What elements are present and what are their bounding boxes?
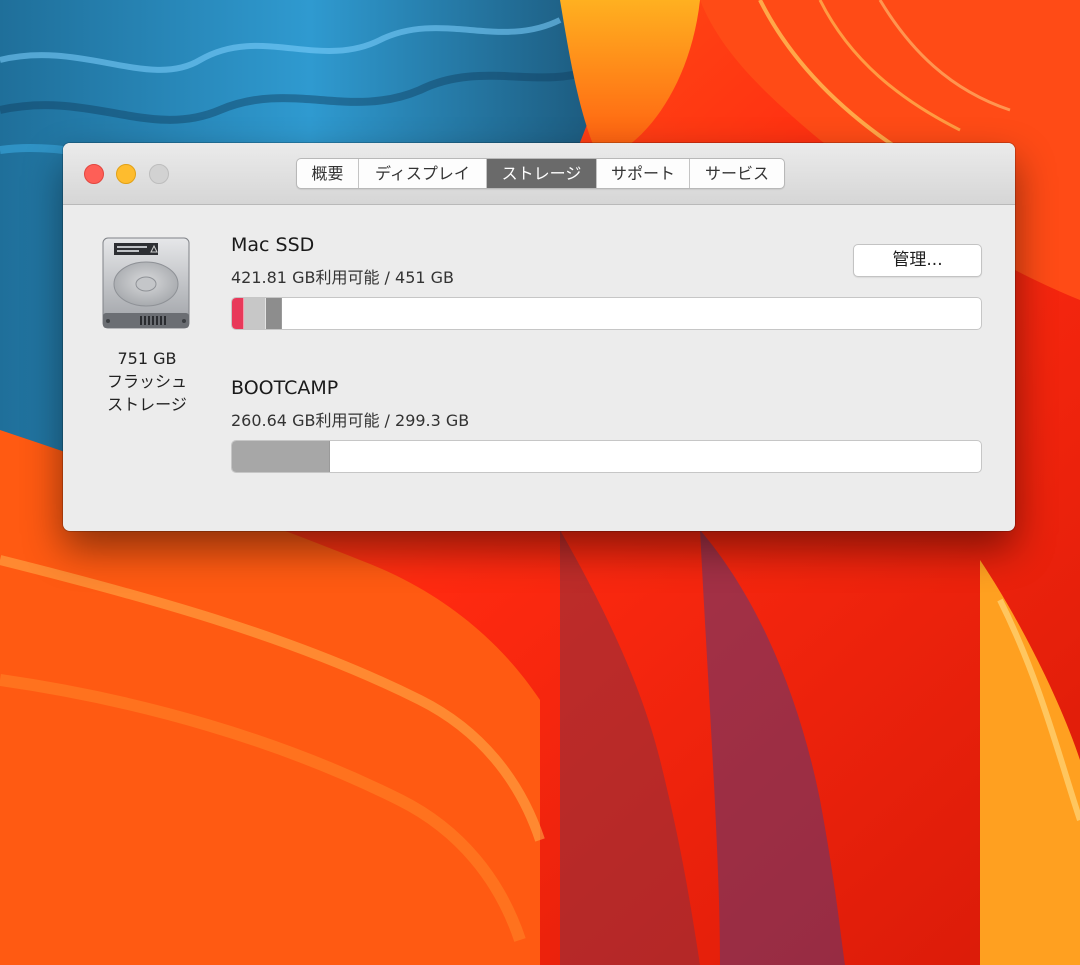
usage-segment-apps (232, 298, 244, 329)
storage-bar-bootcamp (231, 440, 982, 473)
system-info-window: 概要 ディスプレイ ストレージ サポート サービス 751 GB フラッシュ ス… (63, 143, 1015, 531)
tab-bar: 概要 ディスプレイ ストレージ サポート サービス (296, 158, 785, 189)
volume-info-bootcamp: 260.64 GB利用可能 / 299.3 GB (231, 411, 470, 430)
zoom-button (149, 164, 169, 184)
tab-displays[interactable]: ディスプレイ (359, 159, 487, 188)
tab-support[interactable]: サポート (597, 159, 690, 188)
usage-segment-other (243, 298, 266, 329)
hard-drive-icon (102, 237, 190, 329)
close-button[interactable] (84, 164, 104, 184)
disk-type-line1: フラッシュ (106, 372, 187, 391)
volume-name-mac-ssd: Mac SSD (231, 234, 315, 256)
usage-segment-used (232, 441, 330, 472)
tab-storage[interactable]: ストレージ (487, 159, 597, 188)
usage-segment-system (265, 298, 282, 329)
disk-type-line2: ストレージ (107, 395, 187, 414)
disk-capacity: 751 GB (117, 349, 177, 368)
tab-service[interactable]: サービス (690, 159, 784, 188)
manage-button[interactable]: 管理... (853, 244, 982, 277)
minimize-button[interactable] (116, 164, 136, 184)
storage-bar-mac-ssd (231, 297, 982, 330)
volume-info-mac-ssd: 421.81 GB利用可能 / 451 GB (231, 268, 455, 287)
disk-description: 751 GB フラッシュ ストレージ (83, 347, 211, 416)
titlebar: 概要 ディスプレイ ストレージ サポート サービス (63, 143, 1015, 205)
tab-overview[interactable]: 概要 (297, 159, 359, 188)
volume-name-bootcamp: BOOTCAMP (231, 377, 339, 399)
